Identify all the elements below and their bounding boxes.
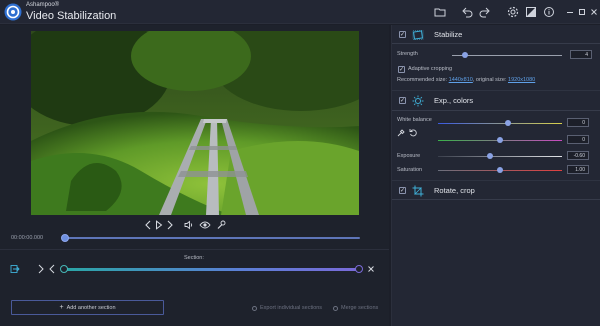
undo-icon[interactable] xyxy=(460,5,474,19)
section-end-handle[interactable] xyxy=(355,265,363,273)
stabilize-checkbox[interactable]: ✓ xyxy=(399,31,406,38)
rotate-checkbox[interactable]: ✓ xyxy=(399,187,406,194)
white-balance-label: White balance xyxy=(397,117,432,123)
sun-icon xyxy=(412,95,424,107)
saturation-slider-handle[interactable] xyxy=(497,167,503,173)
colors-checkbox[interactable]: ✓ xyxy=(399,97,406,104)
recommended-size-label: Recommended size: xyxy=(397,77,448,83)
exposure-label: Exposure xyxy=(397,153,421,159)
saturation-label: Saturation xyxy=(397,167,423,173)
playback-controls xyxy=(140,218,240,232)
add-section-label: Add another section xyxy=(66,304,116,311)
timeline-scrubber[interactable] xyxy=(64,237,360,239)
app-title: Video Stabilization xyxy=(26,10,117,22)
exposure-slider-handle[interactable] xyxy=(487,153,493,159)
close-icon[interactable] xyxy=(587,5,600,19)
size-info: Recommended size: 1440x810, original siz… xyxy=(397,77,535,83)
strength-slider[interactable] xyxy=(452,55,562,56)
radio-icon xyxy=(333,305,338,311)
original-size-label: , original size: xyxy=(472,77,507,83)
folder-icon[interactable] xyxy=(433,5,447,19)
strength-value[interactable]: 4 xyxy=(570,50,592,59)
white-balance-temperature-slider[interactable] xyxy=(438,123,562,124)
section-label: Section: xyxy=(184,255,204,261)
previous-frame-icon[interactable] xyxy=(144,220,152,230)
divider xyxy=(392,199,600,200)
eyedropper-icon[interactable] xyxy=(397,128,405,137)
divider xyxy=(392,180,600,181)
section-previous-icon[interactable] xyxy=(48,264,56,274)
settings-gear-icon[interactable] xyxy=(506,5,520,19)
next-frame-icon[interactable] xyxy=(166,220,174,230)
divider xyxy=(392,43,600,44)
plus-icon: + xyxy=(59,304,64,311)
colors-header[interactable]: ✓ Exp., colors xyxy=(392,92,600,109)
merge-sections-label: Merge sections xyxy=(341,305,379,311)
timecode-display: 00:00:00.000 xyxy=(11,235,44,241)
strength-label: Strength xyxy=(397,51,418,57)
brand-name: Ashampoo® xyxy=(26,2,60,8)
compare-view-icon[interactable] xyxy=(524,5,538,19)
reset-white-balance-icon[interactable] xyxy=(409,128,417,137)
crop-icon xyxy=(412,185,424,197)
jump-to-start-icon[interactable] xyxy=(10,264,20,274)
section-range-track[interactable] xyxy=(64,268,360,271)
white-balance-tint-handle[interactable] xyxy=(497,137,503,143)
wrench-icon[interactable] xyxy=(216,220,226,230)
section-next-icon[interactable] xyxy=(37,264,45,274)
app-logo-icon xyxy=(4,3,22,21)
merge-sections-option[interactable]: Merge sections xyxy=(333,305,378,311)
white-balance-tint-value[interactable]: 0 xyxy=(567,135,589,144)
stabilize-title: Stabilize xyxy=(434,30,463,39)
rotate-header[interactable]: ✓ Rotate, crop xyxy=(392,182,600,199)
adaptive-cropping-checkbox[interactable]: ✓ xyxy=(398,66,405,73)
stabilize-icon xyxy=(412,29,424,41)
exposure-slider[interactable] xyxy=(438,156,562,157)
timeline-scrubber-handle[interactable] xyxy=(61,234,69,242)
play-icon[interactable] xyxy=(155,220,163,230)
stabilize-header[interactable]: ✓ Stabilize xyxy=(392,26,600,43)
divider xyxy=(0,249,389,250)
saturation-value[interactable]: 1.00 xyxy=(567,165,589,174)
export-individual-option[interactable]: Export individual sections xyxy=(252,305,322,311)
video-preview xyxy=(31,31,359,215)
adaptive-cropping-label: Adaptive cropping xyxy=(408,66,453,72)
original-size-link[interactable]: 1920x1080 xyxy=(508,77,535,83)
colors-title: Exp., colors xyxy=(434,96,474,105)
recommended-size-link[interactable]: 1440x810 xyxy=(449,77,473,83)
rotate-title: Rotate, crop xyxy=(434,186,475,195)
redo-icon[interactable] xyxy=(478,5,492,19)
info-icon[interactable] xyxy=(542,5,556,19)
divider xyxy=(392,90,600,91)
white-balance-temperature-value[interactable]: 0 xyxy=(567,118,589,127)
strength-slider-handle[interactable] xyxy=(462,52,468,58)
export-individual-label: Export individual sections xyxy=(260,305,323,311)
add-section-button[interactable]: + Add another section xyxy=(11,300,164,315)
volume-icon[interactable] xyxy=(184,220,194,230)
exposure-value[interactable]: -0.60 xyxy=(567,151,589,160)
divider xyxy=(392,110,600,111)
white-balance-temperature-handle[interactable] xyxy=(505,120,511,126)
preview-eye-icon[interactable] xyxy=(199,220,211,230)
remove-section-icon[interactable] xyxy=(367,265,375,273)
radio-icon xyxy=(252,305,257,311)
section-start-handle[interactable] xyxy=(60,265,68,273)
